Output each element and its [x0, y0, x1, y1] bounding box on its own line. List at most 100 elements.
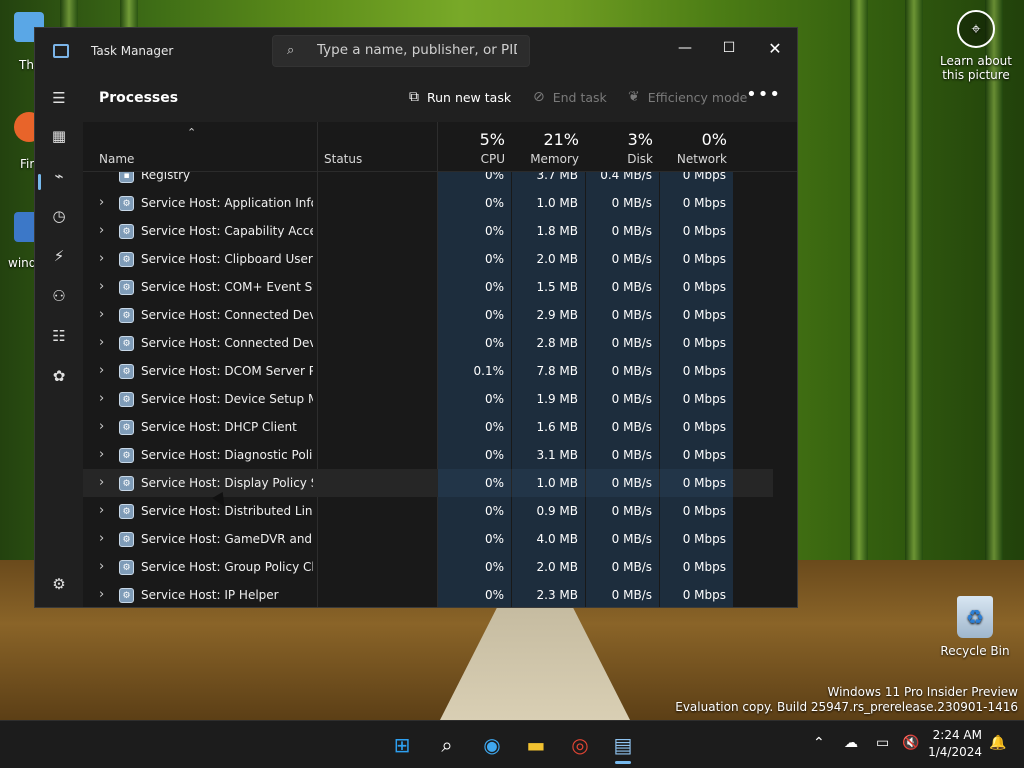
performance-icon[interactable]: ⌁	[45, 162, 73, 190]
edge-beta-icon[interactable]: ◉	[476, 729, 508, 761]
table-header: ⌃ Name Status 5% CPU 21% Memory 3% Disk …	[83, 122, 797, 172]
app-history-icon[interactable]: ◷	[45, 202, 73, 230]
search-box[interactable]: ⌕	[272, 35, 530, 67]
column-header-memory[interactable]: 21% Memory	[512, 122, 585, 172]
table-row[interactable]: › ⚙ Service Host: Group Policy Cli... 0% 2.0…	[83, 553, 773, 581]
process-disk: 0 MB/s	[586, 553, 659, 581]
process-cpu: 0%	[438, 413, 511, 441]
minimize-button[interactable]: —	[663, 34, 707, 62]
end-task-button[interactable]: ⊘ End task	[533, 89, 607, 105]
table-row[interactable]: › ⚙ Service Host: Display Policy Se... 0%1.…	[83, 469, 773, 497]
process-memory: 2.8 MB	[512, 329, 585, 357]
expand-chevron-icon[interactable]: ›	[99, 357, 104, 385]
start-windows-icon[interactable]: ⊞	[386, 729, 418, 761]
expand-chevron-icon[interactable]: ›	[99, 329, 104, 357]
expand-chevron-icon[interactable]: ›	[99, 525, 104, 553]
expand-chevron-icon[interactable]: ›	[99, 441, 104, 469]
expand-chevron-icon[interactable]: ›	[99, 273, 104, 301]
details-icon[interactable]: ☷	[45, 322, 73, 350]
search-icon: ⌕	[287, 43, 295, 58]
column-header-name[interactable]: ⌃ Name	[83, 122, 317, 172]
table-row[interactable]: ▪ Registry 0% 3.7 MB 0.4 MB/s 0 Mbps	[83, 172, 773, 189]
run-new-task-button[interactable]: ⧉ Run new task	[409, 89, 511, 105]
clock-date: 1/4/2024	[928, 745, 982, 759]
search-icon[interactable]: ⌕	[431, 729, 463, 761]
users-icon[interactable]: ⚇	[45, 282, 73, 310]
services-icon[interactable]: ✿	[45, 362, 73, 390]
title-bar[interactable]: Task Manager ⌕ — ☐ ✕	[35, 28, 797, 74]
process-name: Service Host: Connected Devi...	[141, 308, 313, 322]
column-header-disk[interactable]: 3% Disk	[586, 122, 659, 172]
process-network: 0 Mbps	[660, 497, 733, 525]
process-disk: 0 MB/s	[586, 385, 659, 413]
expand-chevron-icon[interactable]: ›	[99, 469, 104, 497]
expand-chevron-icon[interactable]: ›	[99, 189, 104, 217]
expand-chevron-icon[interactable]: ›	[99, 245, 104, 273]
expand-chevron-icon[interactable]: ›	[99, 413, 104, 441]
file-explorer-icon[interactable]: ▬	[520, 729, 552, 761]
notification-bell-icon[interactable]: 🔔	[989, 735, 1006, 751]
end-task-icon: ⊘	[533, 89, 545, 105]
settings-gear-icon[interactable]: ⚙	[45, 570, 73, 598]
expand-chevron-icon[interactable]: ›	[99, 301, 104, 329]
table-row[interactable]: › ⚙ Service Host: IP Helper 0% 2.3 MB 0 MB/s 0…	[83, 581, 773, 607]
table-row[interactable]: › ⚙ Service Host: Application Infor... 0%1.…	[83, 189, 773, 217]
search-input[interactable]	[317, 42, 517, 58]
service-host-icon: ⚙	[119, 476, 134, 491]
table-row[interactable]: › ⚙ Service Host: Device Setup Ma... 0%1.9 …	[83, 385, 773, 413]
column-header-network[interactable]: 0% Network	[660, 122, 733, 172]
volume-muted-icon[interactable]: 🔇	[902, 735, 919, 751]
table-row[interactable]: › ⚙ Service Host: COM+ Event Sys... 0%1.5 M…	[83, 273, 773, 301]
learn-about-picture[interactable]: ⌖ Learn about this picture	[936, 10, 1016, 82]
recycle-bin-icon: ♻	[957, 596, 993, 638]
process-memory: 2.3 MB	[512, 581, 585, 607]
efficiency-mode-label: Efficiency mode	[647, 89, 748, 105]
column-header-status[interactable]: Status	[318, 122, 437, 172]
process-memory: 1.5 MB	[512, 273, 585, 301]
table-row[interactable]: ›⚙Service Host: Distributed Link ...0%0.…	[83, 497, 773, 525]
expand-chevron-icon[interactable]: ›	[99, 553, 104, 581]
processes-icon[interactable]: ▦	[45, 122, 73, 150]
table-row[interactable]: › ⚙ Service Host: Connected Devi... 0% 2.9 M…	[83, 301, 773, 329]
task-manager-taskbar-icon[interactable]: ▤	[607, 729, 639, 761]
expand-chevron-icon[interactable]: ›	[99, 217, 104, 245]
maximize-button[interactable]: ☐	[707, 34, 751, 62]
onedrive-offline-icon[interactable]: ☁	[844, 735, 858, 751]
column-header-cpu[interactable]: 5% CPU	[438, 122, 511, 172]
task-manager-app-icon	[53, 44, 69, 58]
process-name: Service Host: DHCP Client	[141, 420, 297, 434]
table-row[interactable]: › ⚙ Service Host: Capability Acces... 0%1.8…	[83, 217, 773, 245]
chevron-up-icon[interactable]: ⌃	[813, 735, 825, 751]
chrome-icon[interactable]: ◎	[564, 729, 596, 761]
table-row[interactable]: › ⚙ Service Host: Diagnostic Polic... 0% 3.1…	[83, 441, 773, 469]
hamburger-menu-icon[interactable]: ☰	[45, 84, 73, 112]
table-row[interactable]: › ⚙ Service Host: Connected Devi... 0% 2.8 M…	[83, 329, 773, 357]
efficiency-mode-button[interactable]: ❦ Efficiency mode	[628, 89, 747, 105]
process-cpu: 0%	[438, 172, 511, 189]
close-button[interactable]: ✕	[753, 34, 797, 62]
service-host-icon: ⚙	[119, 336, 134, 351]
table-row[interactable]: › ⚙ Service Host: GameDVR and B... 0%4.0 MB…	[83, 525, 773, 553]
column-label: Name	[99, 152, 135, 166]
expand-chevron-icon[interactable]: ›	[99, 385, 104, 413]
process-network: 0 Mbps	[660, 217, 733, 245]
column-percent: 5%	[479, 130, 505, 149]
expand-chevron-icon[interactable]: ›	[99, 581, 104, 607]
process-cpu: 0%	[438, 469, 511, 497]
startup-apps-icon[interactable]: ⚡	[45, 242, 73, 270]
table-row[interactable]: › ⚙ Service Host: DCOM Server Pr... 0.1% 7.8…	[83, 357, 773, 385]
process-memory: 1.6 MB	[512, 413, 585, 441]
table-row[interactable]: › ⚙ Service Host: DHCP Client 0% 1.6 MB 0 MB/…	[83, 413, 773, 441]
recycle-bin[interactable]: ♻ Recycle Bin	[940, 596, 1010, 658]
more-options-icon[interactable]: •••	[746, 84, 781, 105]
expand-chevron-icon[interactable]: ›	[99, 497, 104, 525]
process-memory: 3.1 MB	[512, 441, 585, 469]
table-row[interactable]: › ⚙ Service Host: Clipboard User S... 0%2.0…	[83, 245, 773, 273]
process-disk: 0 MB/s	[586, 301, 659, 329]
command-bar: Processes ⧉ Run new task ⊘ End task ❦ Ef…	[83, 74, 797, 122]
network-icon[interactable]: ▭	[876, 735, 889, 751]
process-memory: 1.9 MB	[512, 385, 585, 413]
process-name: Service Host: COM+ Event Sys...	[141, 280, 313, 294]
process-name: Service Host: Connected Devi...	[141, 336, 313, 350]
clock[interactable]: 2:24 AM 1/4/2024	[928, 727, 982, 761]
